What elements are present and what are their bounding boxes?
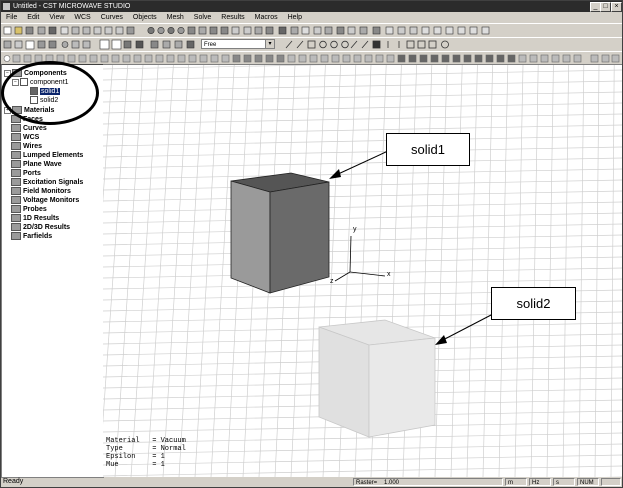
perspective-grid [103, 65, 622, 477]
close-button[interactable]: × [611, 2, 622, 12]
raster-readout: Raster= 1.000 [353, 478, 503, 486]
chevron-down-icon[interactable]: ▾ [265, 40, 274, 48]
toolbar-1-icons[interactable] [1, 24, 622, 37]
axis-z-label: z [330, 278, 334, 285]
folder-icon [11, 214, 21, 223]
tree-item-1d-results[interactable]: 1D Results [11, 214, 59, 223]
solid2-cube[interactable] [318, 319, 436, 438]
folder-icon [11, 124, 21, 133]
view-mode-select[interactable]: Free ▾ [201, 39, 275, 49]
toolbar-1 [1, 23, 622, 38]
tree-item-wires[interactable]: Wires [11, 142, 42, 151]
folder-icon [11, 223, 21, 232]
folder-icon [11, 187, 21, 196]
menu-results[interactable]: Results [216, 14, 249, 21]
unit-length: m [505, 478, 527, 486]
tree-item-excitation-signals[interactable]: Excitation Signals [11, 178, 83, 187]
toolbar-2-icons-left[interactable] [1, 38, 201, 51]
highlight-circle-annotation [1, 61, 99, 125]
maximize-button[interactable]: □ [600, 2, 611, 12]
folder-icon [11, 205, 21, 214]
status-blank [601, 478, 621, 486]
folder-icon [11, 160, 21, 169]
toolbar-2: Free ▾ [1, 37, 622, 52]
menu-wcs[interactable]: WCS [69, 14, 95, 21]
tree-item-ports[interactable]: Ports [11, 169, 41, 178]
tree-item-plane-wave[interactable]: Plane Wave [11, 160, 62, 169]
status-bar: Ready Raster= 1.000 m Hz s NUM [1, 477, 622, 487]
unit-time: s [553, 478, 575, 486]
tree-item-wcs[interactable]: WCS [11, 133, 39, 142]
window-title: Untitled - CST MICROWAVE STUDIO [13, 3, 131, 10]
axis-x-label: x [387, 271, 391, 278]
folder-icon [11, 133, 21, 142]
callout-solid1: solid1 [386, 133, 470, 166]
tree-item-farfields[interactable]: Farfields [11, 232, 52, 241]
properties-readout: Material = Vacuum Type = Normal Epsilon … [106, 437, 186, 469]
solid1-cube[interactable] [230, 172, 330, 294]
folder-icon [11, 142, 21, 151]
menu-file[interactable]: File [1, 14, 22, 21]
menu-help[interactable]: Help [283, 14, 307, 21]
callout-solid2: solid2 [491, 287, 576, 320]
app-icon [3, 3, 10, 10]
tree-item-field-monitors[interactable]: Field Monitors [11, 187, 71, 196]
menu-curves[interactable]: Curves [96, 14, 128, 21]
folder-icon [11, 178, 21, 187]
coordinate-axes-icon [334, 235, 386, 282]
title-bar: Untitled - CST MICROWAVE STUDIO _ □ × [1, 1, 622, 12]
folder-icon [11, 196, 21, 205]
folder-icon [11, 169, 21, 178]
tree-item-curves[interactable]: Curves [11, 124, 47, 133]
menu-solve[interactable]: Solve [189, 14, 217, 21]
3d-viewport[interactable]: y x z solid1 solid2 Material = Vacuum Ty… [103, 64, 622, 477]
tree-item-lumped-elements[interactable]: Lumped Elements [11, 151, 83, 160]
tree-item-voltage-monitors[interactable]: Voltage Monitors [11, 196, 79, 205]
navigation-tree: − Components − component1 solid1 solid2 + M… [1, 64, 104, 478]
menu-bar: File Edit View WCS Curves Objects Mesh S… [1, 12, 622, 23]
view-mode-value: Free [204, 42, 217, 48]
menu-mesh[interactable]: Mesh [162, 14, 189, 21]
application-window: Untitled - CST MICROWAVE STUDIO _ □ × Fi… [0, 0, 623, 488]
folder-icon [11, 151, 21, 160]
folder-icon [11, 232, 21, 241]
menu-objects[interactable]: Objects [128, 14, 162, 21]
tree-item-2d3d-results[interactable]: 2D/3D Results [11, 223, 70, 232]
menu-edit[interactable]: Edit [22, 14, 44, 21]
unit-frequency: Hz [529, 478, 551, 486]
toolbar-2-icons-right[interactable] [281, 38, 621, 51]
axis-y-label: y [353, 226, 357, 233]
menu-macros[interactable]: Macros [250, 14, 283, 21]
tree-item-probes[interactable]: Probes [11, 205, 47, 214]
status-text: Ready [3, 478, 24, 485]
menu-view[interactable]: View [44, 14, 69, 21]
num-lock-indicator: NUM [577, 478, 599, 486]
